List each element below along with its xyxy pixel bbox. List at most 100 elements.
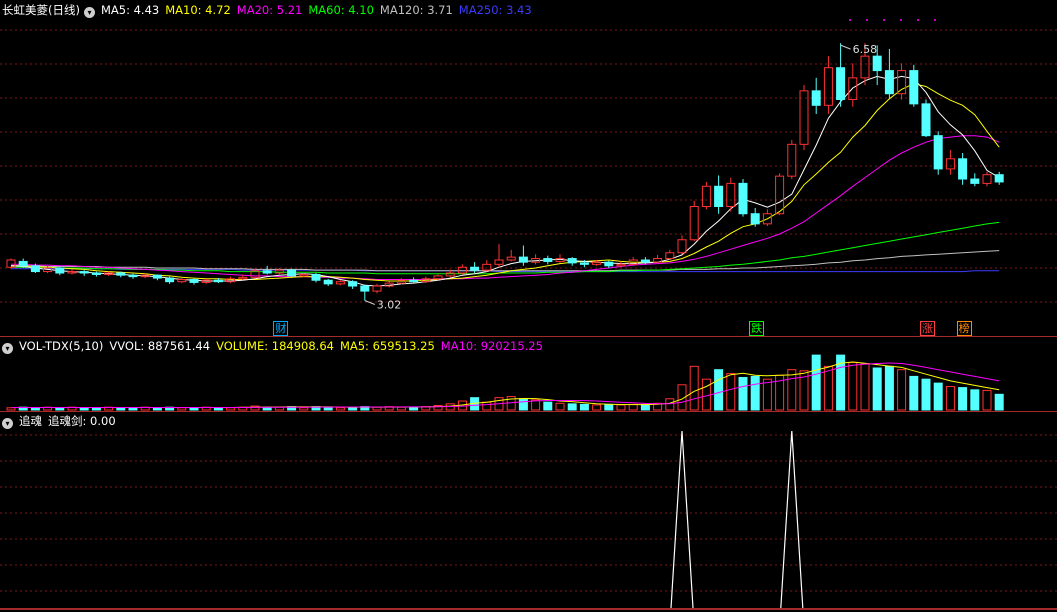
price-chart-panel[interactable]: 6.58 3.02 长虹美菱(日线) ▾ MA5: 4.43 MA10: 4.72 MA2…: [0, 0, 1057, 336]
volume-bar: [250, 405, 260, 411]
volume-bar: [226, 407, 236, 411]
candle: [689, 200, 699, 242]
vol-value-3: MA10: 920215.25: [440, 339, 543, 353]
top-dot: [917, 19, 919, 21]
top-dot: [849, 19, 851, 21]
volume-bar: [30, 407, 40, 411]
candlestick-chart[interactable]: 6.58 3.02: [0, 0, 1057, 336]
candle: [457, 264, 467, 275]
candle: [970, 173, 980, 187]
candle-body-up: [689, 206, 699, 241]
ma-value-5: MA250: 3.43: [458, 3, 532, 17]
volume-title: VOL-TDX(5,10): [19, 339, 104, 353]
candle: [909, 64, 919, 107]
candle: [958, 153, 968, 185]
candle-body-up: [445, 272, 455, 277]
candle-body-down: [311, 273, 321, 281]
event-marker-1[interactable]: 跌: [749, 321, 765, 336]
candle: [506, 249, 516, 262]
event-marker-3[interactable]: 榜: [956, 321, 972, 336]
ma-value-2: MA20: 5.21: [236, 3, 303, 17]
candle: [738, 179, 748, 217]
candle-body-down: [640, 259, 650, 263]
candle-body-up: [506, 256, 516, 261]
settings-circle-icon[interactable]: ▾: [2, 343, 13, 354]
candle: [555, 254, 565, 263]
volume-bar: [628, 403, 638, 411]
candle: [567, 257, 577, 266]
candle-body-down: [287, 269, 297, 277]
vol-value-1: VOLUME: 184908.64: [216, 339, 334, 353]
settings-circle-icon[interactable]: ▾: [83, 7, 95, 18]
candle: [543, 255, 553, 265]
indicator-chart[interactable]: [0, 411, 1057, 612]
signal-value-0: 追魂剑: 0.00: [48, 414, 116, 428]
candle-body-up: [335, 281, 345, 285]
candle-body-down: [55, 267, 65, 274]
top-dot: [934, 19, 936, 21]
volume-bar: [689, 365, 699, 411]
candle-body-down: [714, 185, 724, 208]
candle-body-down: [970, 178, 980, 184]
candle: [189, 278, 199, 285]
volume-bar: [177, 407, 187, 411]
candle-body-down: [152, 274, 162, 279]
candle-body-up: [616, 263, 626, 267]
volume-bar: [909, 375, 919, 411]
candle-body-down: [213, 279, 223, 283]
candle-body-down: [128, 274, 138, 278]
candle-body-up: [775, 175, 785, 215]
candle-body-down: [518, 256, 528, 263]
volume-bar: [897, 369, 907, 411]
candle-body-down: [323, 279, 333, 285]
volume-bar: [860, 363, 870, 411]
ma10-line: [11, 83, 1000, 282]
candle-body-up: [177, 279, 187, 283]
candle: [323, 278, 333, 287]
candle-body-down: [567, 258, 577, 264]
volume-panel[interactable]: ▾ VOL-TDX(5,10) VVOL: 887561.44 VOLUME: 184…: [0, 336, 1057, 411]
candle: [787, 140, 797, 180]
ma60-line: [11, 221, 1000, 275]
indicator-values: 追魂剑: 0.00: [48, 414, 122, 428]
volume-bar: [738, 377, 748, 411]
candle: [726, 177, 736, 212]
volume-bar: [616, 404, 626, 411]
candle: [628, 257, 638, 266]
candle-body-down: [348, 281, 358, 287]
signal-spike: [780, 430, 804, 609]
settings-circle-icon[interactable]: ▾: [2, 418, 13, 429]
candle: [165, 276, 175, 284]
indicator-panel[interactable]: ▾ 追魂 追魂剑: 0.00: [0, 411, 1057, 612]
event-marker-0[interactable]: 财: [273, 321, 289, 336]
candle: [848, 63, 858, 107]
candle-body-down: [604, 261, 614, 267]
event-marker-2[interactable]: 涨: [920, 321, 935, 336]
candle-body-up: [592, 261, 602, 265]
candle-body-down: [470, 266, 480, 271]
candle: [665, 249, 675, 260]
volume-ma5-line: [11, 361, 1000, 408]
volume-bar: [665, 398, 675, 411]
volume-bar: [848, 361, 858, 411]
candle-body-up: [274, 269, 284, 274]
indicator-title: 追魂: [19, 414, 42, 428]
candle: [6, 258, 16, 269]
volume-bar: [79, 407, 89, 411]
candle-body-up: [396, 279, 406, 284]
candle-body-down: [360, 285, 370, 292]
low-price-label: 3.02: [377, 298, 402, 311]
candle-body-down: [933, 135, 943, 170]
volume-bar: [982, 389, 992, 411]
main-header: 长虹美菱(日线) ▾ MA5: 4.43 MA10: 4.72 MA20: 5.21 MA…: [2, 2, 544, 18]
candle-body-down: [909, 70, 919, 105]
candle-body-down: [91, 272, 101, 275]
candle: [823, 56, 833, 114]
candle: [945, 150, 955, 175]
candle: [701, 181, 711, 210]
candle-body-up: [945, 158, 955, 170]
signal-spike: [670, 430, 694, 609]
volume-bar: [762, 378, 772, 411]
candle: [897, 63, 907, 100]
volume-header: ▾ VOL-TDX(5,10) VVOL: 887561.44 VOLUME: 184…: [2, 338, 555, 354]
